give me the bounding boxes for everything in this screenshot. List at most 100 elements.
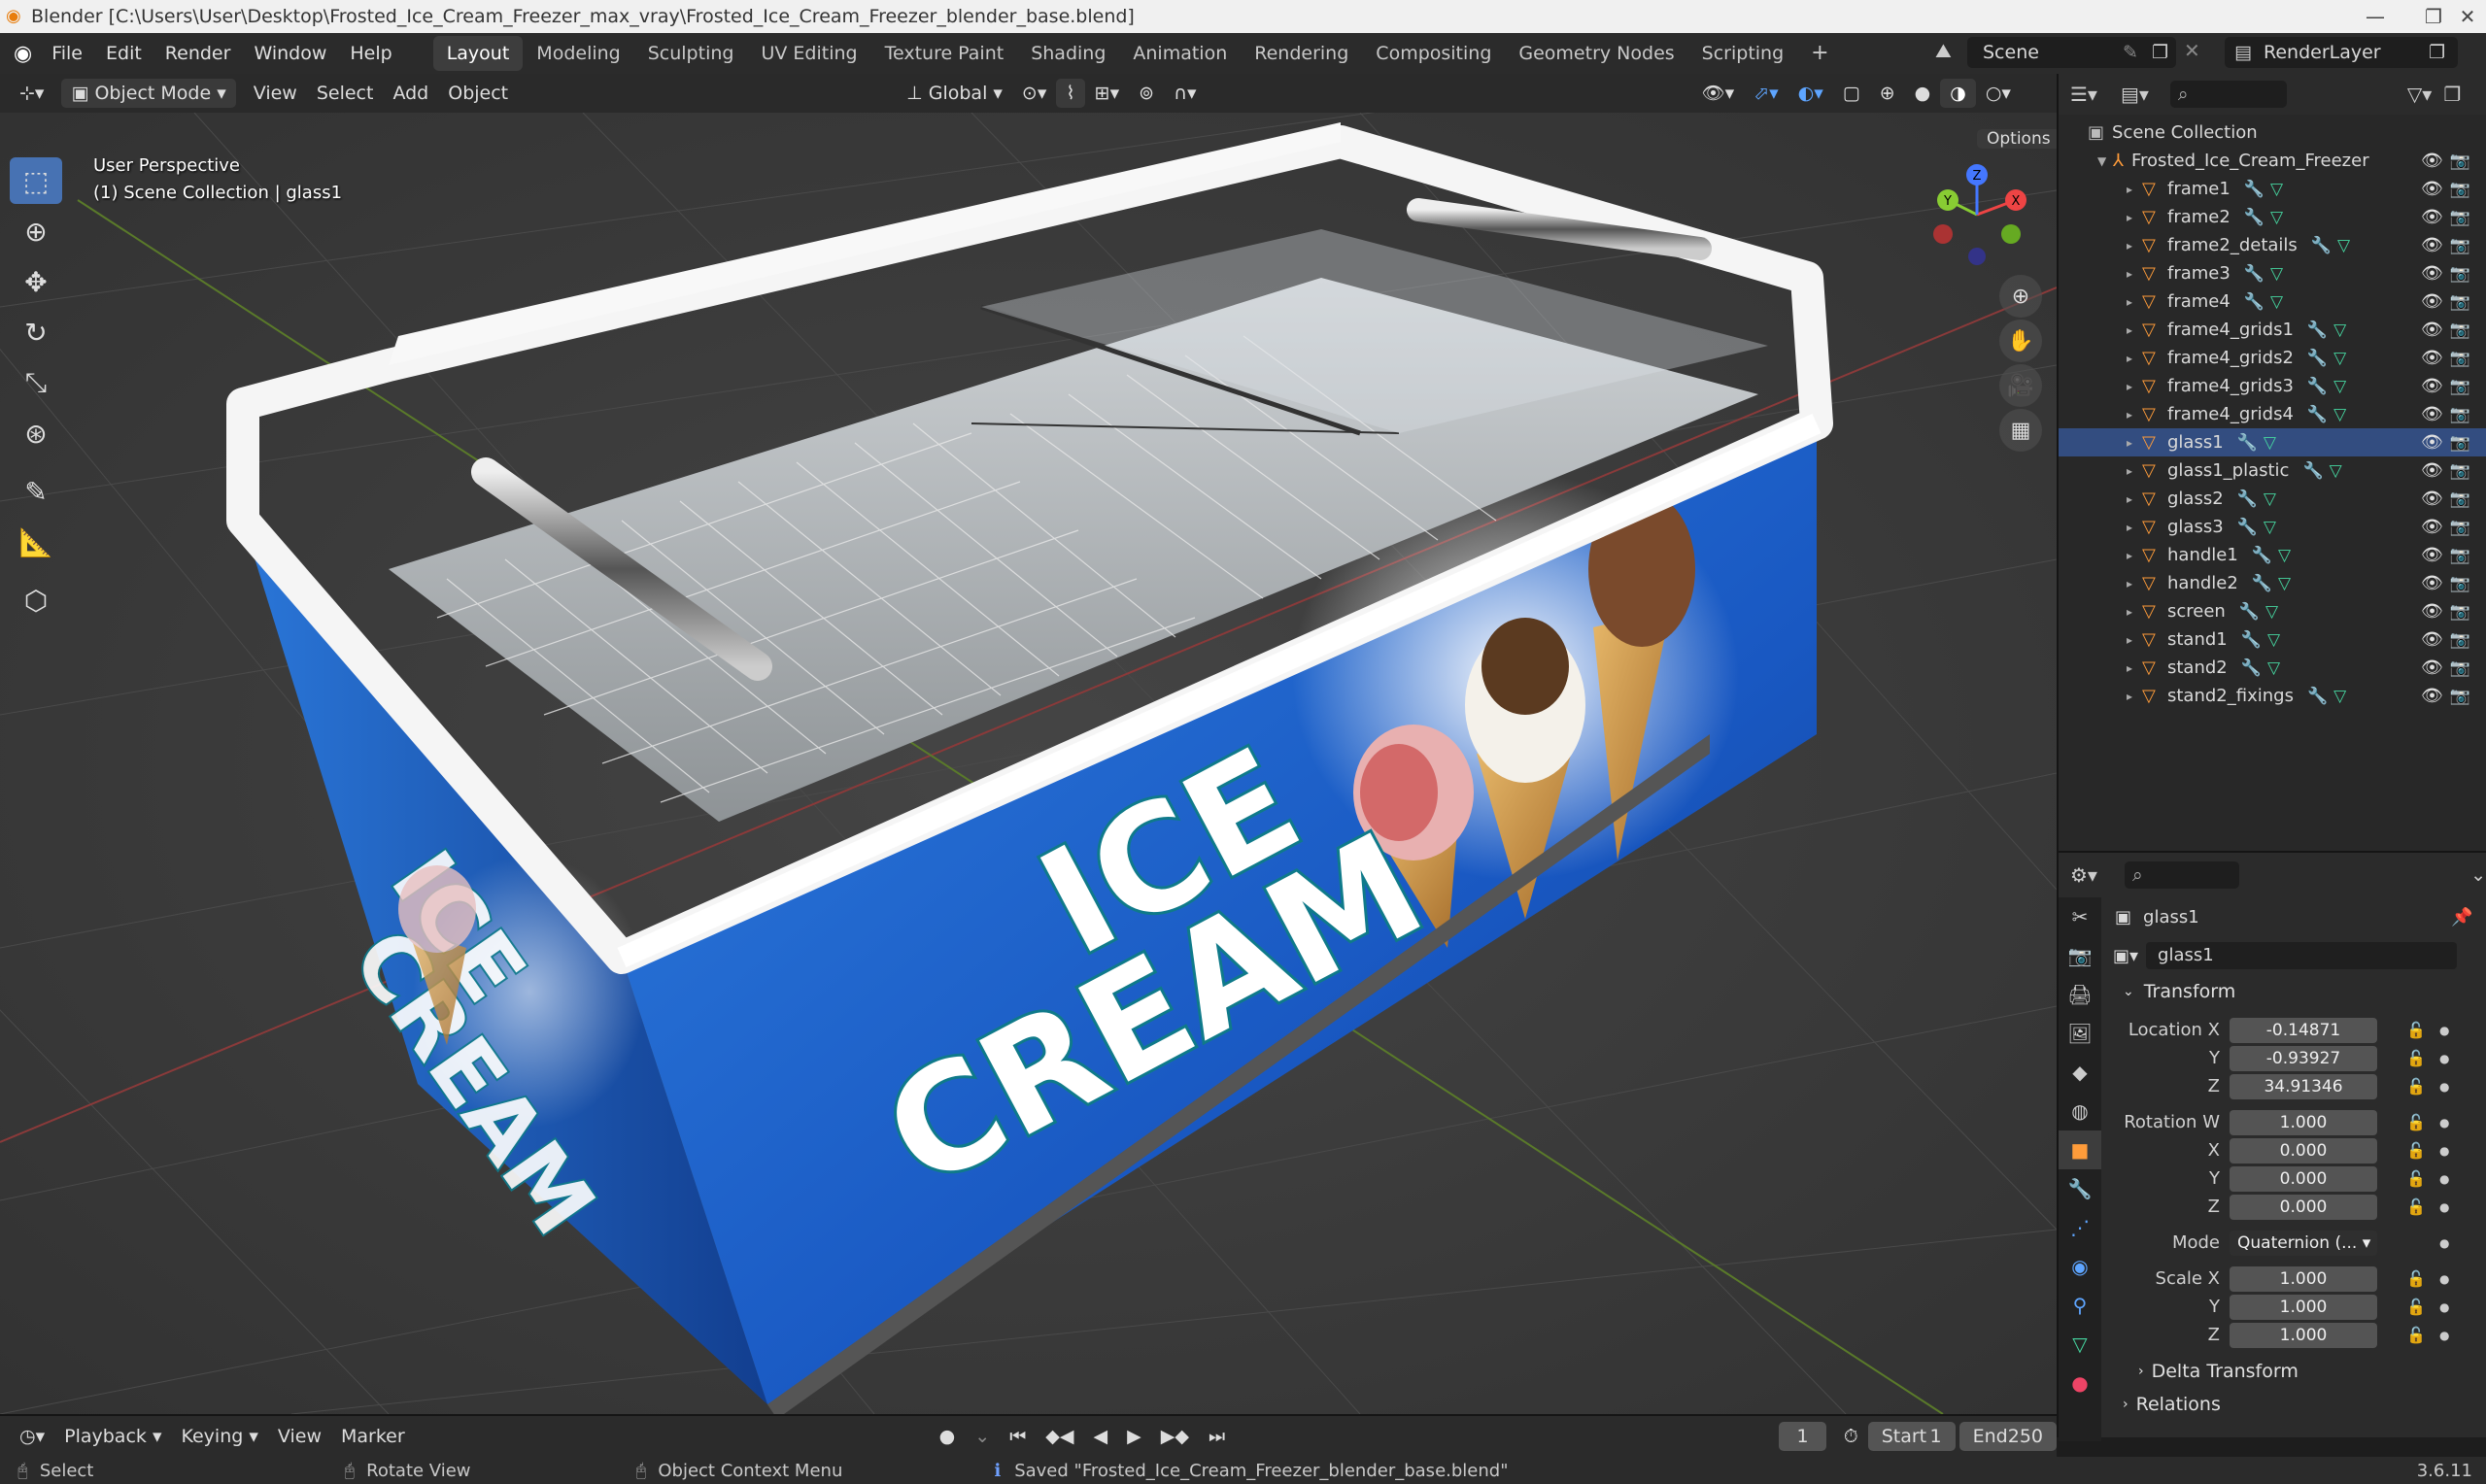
visibility-eye-icon[interactable]: 👁 bbox=[2421, 320, 2443, 340]
modifier-wrench-icon[interactable]: 🔧 bbox=[2244, 292, 2265, 312]
modifier-wrench-icon[interactable]: 🔧 bbox=[2237, 433, 2258, 453]
workspace-tab-uv-editing[interactable]: UV Editing bbox=[747, 36, 870, 71]
render-camera-icon[interactable]: 📷 bbox=[2450, 574, 2470, 593]
keyframe-dot-icon[interactable]: ● bbox=[2439, 1052, 2449, 1065]
render-camera-icon[interactable]: 📷 bbox=[2450, 320, 2470, 340]
mesh-data-icon[interactable]: ▽ bbox=[2270, 180, 2283, 199]
outliner-item-frame4_grids3[interactable]: ▸ ▽ frame4_grids3 🔧 ▽ 👁 📷 bbox=[2059, 372, 2486, 400]
render-camera-icon[interactable]: 📷 bbox=[2450, 349, 2470, 368]
annotate-icon[interactable]: ✎ bbox=[10, 468, 62, 515]
modifier-wrench-icon[interactable]: 🔧 bbox=[2307, 349, 2328, 368]
outliner-item-frame2[interactable]: ▸ ▽ frame2 🔧 ▽ 👁 📷 bbox=[2059, 203, 2486, 231]
rotate-icon[interactable]: ↻ bbox=[10, 309, 62, 355]
filter-icon[interactable]: ▽▾ bbox=[2407, 83, 2432, 106]
render-camera-icon[interactable]: 📷 bbox=[2450, 518, 2470, 537]
modifier-wrench-icon[interactable]: 🔧 bbox=[2244, 180, 2265, 199]
visibility-eye-icon[interactable]: 👁 bbox=[2421, 179, 2443, 199]
mesh-data-icon[interactable]: ▽ bbox=[2264, 433, 2276, 453]
shading-solid-icon[interactable]: ● bbox=[1905, 79, 1941, 108]
visibility-eye-icon[interactable]: 👁 bbox=[2421, 658, 2443, 678]
transform-panel-header[interactable]: ⌄ Transform bbox=[2103, 975, 2486, 1008]
scene-tab-icon[interactable]: ◆ bbox=[2059, 1053, 2101, 1092]
expand-arrow-icon[interactable]: ▸ bbox=[2127, 521, 2142, 534]
location-x-field[interactable]: -0.14871 bbox=[2230, 1017, 2377, 1043]
outliner-item-glass1_plastic[interactable]: ▸ ▽ glass1_plastic 🔧 ▽ 👁 📷 bbox=[2059, 456, 2486, 485]
mesh-data-icon[interactable]: ▽ bbox=[2278, 546, 2291, 565]
expand-arrow-icon[interactable]: ▸ bbox=[2127, 464, 2142, 478]
physics-tab-icon[interactable]: ◉ bbox=[2059, 1247, 2101, 1286]
lock-icon[interactable]: 🔓 bbox=[2406, 1021, 2426, 1039]
render-tab-icon[interactable]: 📷 bbox=[2059, 936, 2101, 975]
render-camera-icon[interactable]: 📷 bbox=[2450, 292, 2470, 312]
editor-type-icon[interactable]: ⊹▾ bbox=[10, 79, 53, 108]
workspace-tab-texture-paint[interactable]: Texture Paint bbox=[871, 36, 1018, 71]
modifier-wrench-icon[interactable]: 🔧 bbox=[2307, 687, 2328, 706]
workspace-tab-compositing[interactable]: Compositing bbox=[1362, 36, 1505, 71]
modifier-wrench-icon[interactable]: 🔧 bbox=[2239, 602, 2260, 622]
new-scene-icon[interactable]: ❐ bbox=[2152, 37, 2168, 68]
render-camera-icon[interactable]: 📷 bbox=[2450, 461, 2470, 481]
particles-tab-icon[interactable]: ⋰ bbox=[2059, 1208, 2101, 1247]
outliner-item-frame4_grids1[interactable]: ▸ ▽ frame4_grids1 🔧 ▽ 👁 📷 bbox=[2059, 316, 2486, 344]
workspace-tab-rendering[interactable]: Rendering bbox=[1241, 36, 1362, 71]
menu-file[interactable]: File bbox=[40, 33, 94, 74]
zoom-icon[interactable]: ⊕ bbox=[1999, 275, 2042, 318]
rotation-z-field[interactable]: 0.000 bbox=[2230, 1194, 2377, 1220]
properties-editor-type-icon[interactable]: ⚙▾ bbox=[2070, 863, 2097, 887]
mesh-data-icon[interactable]: ▽ bbox=[2270, 264, 2283, 284]
visibility-eye-icon[interactable]: 👁 bbox=[2421, 517, 2443, 537]
outliner-item-frame4[interactable]: ▸ ▽ frame4 🔧 ▽ 👁 📷 bbox=[2059, 287, 2486, 316]
mesh-data-icon[interactable]: ▽ bbox=[2265, 602, 2278, 622]
timeline-editor-type-icon[interactable]: ◷▾ bbox=[10, 1422, 54, 1451]
visibility-eye-icon[interactable]: 👁 bbox=[2421, 235, 2443, 255]
render-camera-icon[interactable]: 📷 bbox=[2450, 687, 2470, 706]
close-icon[interactable]: ✕ bbox=[2438, 0, 2486, 33]
render-camera-icon[interactable]: 📷 bbox=[2450, 264, 2470, 284]
mesh-data-icon[interactable]: ▽ bbox=[2278, 574, 2291, 593]
expand-arrow-icon[interactable]: ▸ bbox=[2127, 605, 2142, 619]
visibility-eye-icon[interactable]: 👁 bbox=[2421, 263, 2443, 284]
pan-hand-icon[interactable]: ✋ bbox=[1999, 320, 2042, 362]
delta-transform-panel-header[interactable]: › Delta Transform bbox=[2103, 1355, 2486, 1388]
menu-render[interactable]: Render bbox=[153, 33, 243, 74]
expand-arrow-icon[interactable]: ▸ bbox=[2127, 633, 2142, 647]
expand-arrow-icon[interactable]: ▸ bbox=[2127, 690, 2142, 703]
prev-keyframe-icon[interactable]: ◆◀ bbox=[1036, 1422, 1083, 1451]
data-tab-icon[interactable]: ▽ bbox=[2059, 1325, 2101, 1364]
visibility-eye-icon[interactable]: 👁 bbox=[2421, 291, 2443, 312]
lock-icon[interactable]: 🔓 bbox=[2406, 1298, 2426, 1316]
properties-options-icon[interactable]: ⌄ bbox=[2470, 864, 2486, 886]
visibility-eye-icon[interactable]: 👁 bbox=[2421, 151, 2443, 171]
falloff-icon[interactable]: ∩▾ bbox=[1164, 79, 1206, 108]
move-icon[interactable]: ✥ bbox=[10, 258, 62, 305]
visibility-eye-icon[interactable]: 👁 bbox=[2421, 376, 2443, 396]
outliner-collection-row[interactable]: ▼ ⅄ Frosted_Ice_Cream_Freezer 👁 📷 bbox=[2059, 147, 2486, 175]
visibility-eye-icon[interactable]: 👁 bbox=[2421, 629, 2443, 650]
workspace-tab-layout[interactable]: Layout bbox=[432, 36, 524, 71]
modifier-wrench-icon[interactable]: 🔧 bbox=[2237, 489, 2258, 509]
expand-arrow-icon[interactable]: ▸ bbox=[2127, 239, 2142, 253]
lock-icon[interactable]: 🔓 bbox=[2406, 1197, 2426, 1216]
visibility-eye-icon[interactable]: 👁 bbox=[2421, 207, 2443, 227]
jump-end-icon[interactable]: ⏭ bbox=[1199, 1422, 1235, 1451]
expand-arrow-icon[interactable]: ▸ bbox=[2127, 183, 2142, 196]
modifier-wrench-icon[interactable]: 🔧 bbox=[2307, 320, 2328, 340]
object-tab-icon[interactable]: ■ bbox=[2059, 1130, 2101, 1169]
outliner-search-input[interactable]: ⌕ bbox=[2169, 81, 2287, 108]
modifier-wrench-icon[interactable]: 🔧 bbox=[2302, 461, 2323, 481]
visibility-eye-icon[interactable]: 👁 bbox=[2421, 460, 2443, 481]
visibility-eye-icon[interactable]: 👁 bbox=[2421, 573, 2443, 593]
properties-search-input[interactable]: ⌕ bbox=[2124, 861, 2240, 889]
keyframe-dot-icon[interactable]: ● bbox=[2439, 1024, 2449, 1037]
playback-menu[interactable]: Playback ▾ bbox=[54, 1422, 171, 1451]
transform-icon[interactable]: ⊛ bbox=[10, 410, 62, 456]
mesh-data-icon[interactable]: ▽ bbox=[2267, 658, 2280, 678]
menu-add[interactable]: Add bbox=[383, 79, 438, 108]
outliner-item-glass3[interactable]: ▸ ▽ glass3 🔧 ▽ 👁 📷 bbox=[2059, 513, 2486, 541]
render-camera-icon[interactable]: 📷 bbox=[2450, 208, 2470, 227]
render-camera-icon[interactable]: 📷 bbox=[2450, 433, 2470, 453]
shading-wireframe-icon[interactable]: ⊕ bbox=[1870, 79, 1905, 108]
select-box-icon[interactable]: ⬚ bbox=[10, 157, 62, 204]
modifier-wrench-icon[interactable]: 🔧 bbox=[2244, 208, 2265, 227]
new-collection-icon[interactable]: ❐ bbox=[2443, 83, 2461, 106]
